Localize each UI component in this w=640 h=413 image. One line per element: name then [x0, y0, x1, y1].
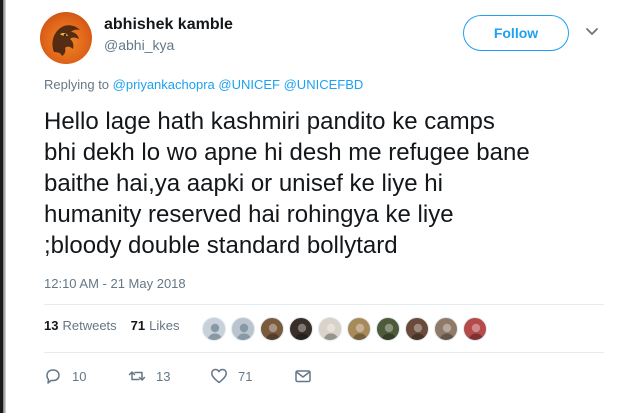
replying-to-label: Replying to: [44, 77, 110, 92]
retweet-action[interactable]: 13: [128, 367, 210, 385]
liker-avatar[interactable]: [289, 317, 313, 341]
liker-avatar[interactable]: [376, 317, 400, 341]
liker-avatar[interactable]: [318, 317, 342, 341]
chevron-down-icon[interactable]: [585, 24, 599, 38]
default-avatar-icon[interactable]: [231, 317, 255, 341]
like-action[interactable]: 71: [210, 367, 294, 385]
reply-icon: [46, 369, 60, 384]
tweet-text-line: ;bloody double standard bollytard: [44, 232, 398, 259]
mention-link[interactable]: @UNICEFBD: [284, 77, 364, 92]
tweet-actions: 10 13 71: [44, 367, 322, 385]
default-avatar-icon[interactable]: [202, 317, 226, 341]
heart-icon: [211, 368, 227, 384]
lion-logo-icon: [52, 25, 80, 56]
reply-action[interactable]: 10: [44, 367, 128, 385]
retweets-label[interactable]: Retweets: [62, 318, 116, 333]
person-silhouette-icon: [439, 323, 455, 340]
follow-button[interactable]: Follow: [463, 15, 569, 51]
liker-avatar[interactable]: [434, 317, 458, 341]
person-silhouette-icon: [410, 323, 426, 340]
person-silhouette-icon: [323, 323, 339, 340]
person-silhouette-icon: [352, 323, 368, 340]
user-display-name[interactable]: abhishek kamble: [104, 16, 233, 34]
likes-count[interactable]: 71: [131, 318, 145, 333]
retweet-count: 13: [156, 368, 171, 384]
retweet-icon: [128, 371, 146, 381]
user-handle[interactable]: @abhi_kya: [104, 37, 174, 53]
likes-label[interactable]: Likes: [149, 318, 179, 333]
tweet-card: abhishek kamble @abhi_kya Follow Replyin…: [0, 0, 640, 413]
retweets-count[interactable]: 13: [44, 318, 58, 333]
envelope-icon: [295, 370, 311, 383]
likers-avatar-list: [202, 317, 492, 345]
divider: [44, 352, 604, 353]
tweet-text: Hello lage hath kashmiri pandito ke camp…: [44, 106, 624, 261]
person-silhouette-icon: [265, 323, 281, 340]
mention-link[interactable]: @priyankachopra: [113, 77, 215, 92]
liker-avatar[interactable]: [463, 317, 487, 341]
engagement-stats: 13 Retweets 71 Likes: [44, 318, 180, 333]
direct-message-action[interactable]: [294, 367, 322, 385]
liker-avatar[interactable]: [260, 317, 284, 341]
tweet-text-line: humanity reserved hai rohingya ke liye: [44, 201, 454, 228]
tweet-text-line: Hello lage hath kashmiri pandito ke camp…: [44, 108, 495, 135]
divider: [44, 304, 604, 305]
reply-count: 10: [72, 368, 87, 384]
like-count: 71: [238, 368, 253, 384]
person-silhouette-icon: [207, 323, 223, 340]
person-silhouette-icon: [468, 323, 484, 340]
user-avatar[interactable]: [40, 12, 92, 64]
tweet-timestamp[interactable]: 12:10 AM - 21 May 2018: [44, 276, 186, 291]
liker-avatar[interactable]: [405, 317, 429, 341]
tweet-text-line: baithe hai,ya aapki or unisef ke liye hi: [44, 170, 443, 197]
liker-avatar[interactable]: [347, 317, 371, 341]
person-silhouette-icon: [381, 323, 397, 340]
person-silhouette-icon: [236, 323, 252, 340]
mention-link[interactable]: @UNICEF: [218, 77, 280, 92]
person-silhouette-icon: [294, 323, 310, 340]
replying-to-line: Replying to @priyankachopra @UNICEF @UNI…: [44, 77, 363, 92]
tweet-text-line: bhi dekh lo wo apne hi desh me refugee b…: [44, 139, 530, 166]
